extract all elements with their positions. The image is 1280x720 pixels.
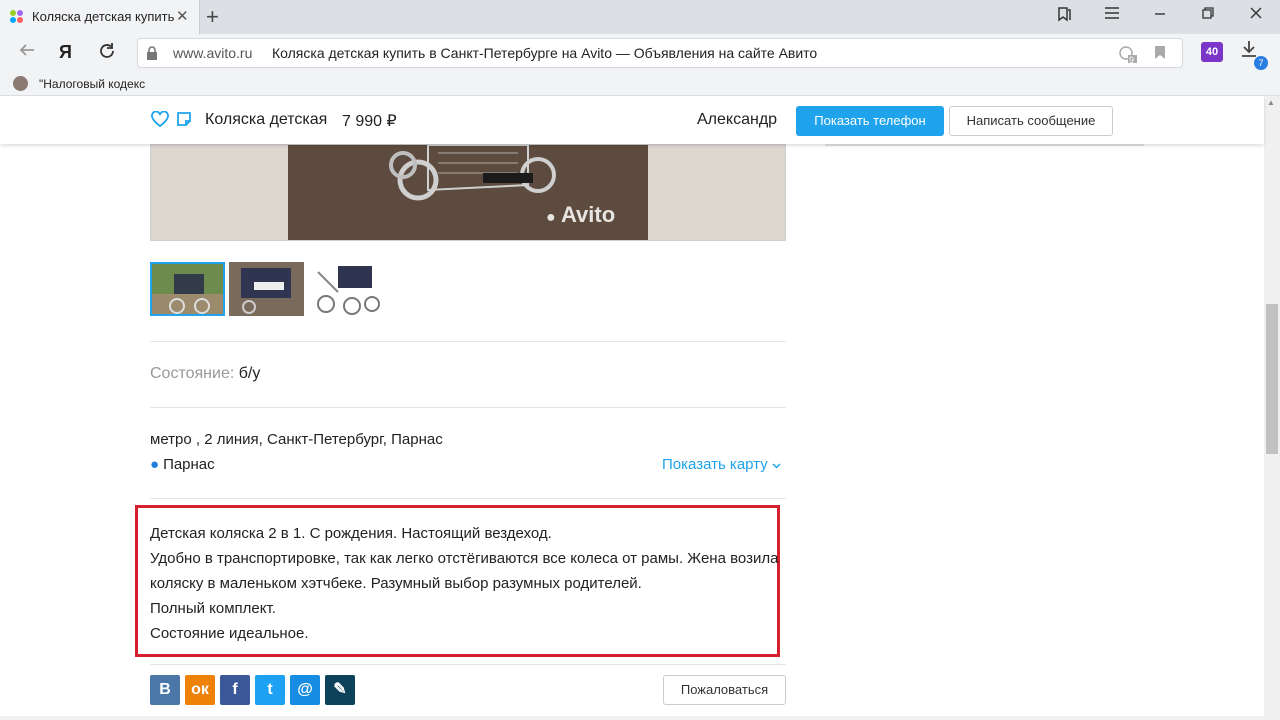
extension-icon[interactable]: 40 — [1201, 42, 1223, 62]
reload-icon[interactable] — [98, 42, 116, 66]
share-mail-icon[interactable]: @ — [290, 675, 320, 705]
download-badge: 7 — [1254, 56, 1268, 70]
photo-thumbnail[interactable] — [229, 262, 304, 316]
condition-row: Состояние: б/у — [150, 365, 260, 383]
share-livejournal-icon[interactable]: ✎ — [325, 675, 355, 705]
item-price: 7 990 ₽ — [342, 113, 397, 130]
write-message-button[interactable]: Написать сообщение — [949, 106, 1113, 136]
bookmark-icon[interactable] — [1154, 45, 1166, 63]
description-line: Полный комплект. — [150, 600, 276, 617]
menu-icon[interactable] — [1098, 6, 1126, 25]
item-description: Детская коляска 2 в 1. С рождения. Насто… — [150, 521, 780, 646]
yandex-logo-icon[interactable]: Я — [59, 42, 72, 63]
show-map-link[interactable]: Показать карту — [662, 456, 781, 473]
note-icon[interactable] — [176, 111, 192, 127]
address-text: метро , 2 линия, Санкт-Петербург, Парнас — [150, 431, 443, 448]
back-icon[interactable] — [18, 42, 36, 64]
chevron-down-icon — [772, 463, 781, 469]
condition-label: Состояние: — [150, 365, 235, 382]
report-button[interactable]: Пожаловаться — [663, 675, 786, 705]
url-host: www.avito.ru — [173, 45, 253, 61]
avito-favicon-icon — [10, 10, 24, 24]
share-ok-icon[interactable]: ок — [185, 675, 215, 705]
restore-icon[interactable] — [1194, 6, 1222, 25]
new-tab-icon[interactable]: + — [206, 4, 219, 30]
tab-title: Коляска детская купить — [32, 9, 174, 24]
divider — [150, 341, 786, 342]
divider — [150, 498, 786, 499]
divider — [150, 664, 786, 665]
metro-dot-icon: ● — [150, 456, 160, 473]
lock-icon — [147, 46, 157, 60]
bookmarks-panel-icon[interactable] — [1050, 6, 1078, 27]
url-page-title: Коляска детская купить в Санкт-Петербург… — [272, 45, 818, 61]
share-twitter-icon[interactable]: t — [255, 675, 285, 705]
translate-badge: 9 — [1129, 55, 1135, 65]
address-bar-row: Я www.avito.ru Коляска детская купить в … — [0, 34, 1280, 72]
scrollbar-thumb[interactable] — [1266, 304, 1278, 454]
translate-icon[interactable] — [1118, 45, 1138, 66]
photo-thumbnail[interactable] — [150, 262, 225, 316]
share-facebook-icon[interactable]: f — [220, 675, 250, 705]
minimize-icon[interactable] — [1146, 6, 1174, 25]
scroll-up-icon[interactable]: ▲ — [1267, 98, 1275, 107]
close-window-icon[interactable] — [1242, 6, 1270, 25]
metro-station: ● Парнас — [150, 456, 215, 473]
description-line: Состояние идеальное. — [150, 625, 309, 642]
description-line: Удобно в транспортировке, так как легко … — [150, 550, 779, 592]
main-photo[interactable]: ● Avito — [150, 144, 786, 241]
bookmark-item[interactable]: "Налоговый кодекс — [39, 77, 149, 91]
browser-tab[interactable]: Коляска детская купить ✕ — [0, 0, 200, 34]
avito-watermark: ● Avito — [546, 202, 616, 227]
bottom-edge — [0, 716, 1264, 720]
address-field[interactable]: www.avito.ru Коляска детская купить в Са… — [137, 38, 1183, 68]
metro-name: Парнас — [163, 456, 215, 473]
description-line: Детская коляска 2 в 1. С рождения. Насто… — [150, 525, 552, 542]
photo-thumbnail[interactable] — [308, 262, 383, 316]
show-phone-button[interactable]: Показать телефон — [796, 106, 944, 136]
sidebar-edge — [825, 144, 1144, 146]
condition-value: б/у — [238, 365, 261, 382]
sticky-item-header: Коляска детская 7 990 ₽ Александр Показа… — [0, 96, 1264, 144]
seller-name[interactable]: Александр — [697, 111, 777, 129]
item-title: Коляска детская — [205, 111, 328, 128]
favorite-heart-icon[interactable] — [151, 111, 169, 127]
share-vk-icon[interactable]: B — [150, 675, 180, 705]
bookmarks-bar: "Налоговый кодекс — [0, 72, 1280, 96]
bookmark-favicon-icon — [13, 76, 28, 91]
tab-bar: Коляска детская купить ✕ + — [0, 0, 1280, 34]
divider — [150, 407, 786, 408]
tab-close-icon[interactable]: ✕ — [176, 7, 189, 25]
